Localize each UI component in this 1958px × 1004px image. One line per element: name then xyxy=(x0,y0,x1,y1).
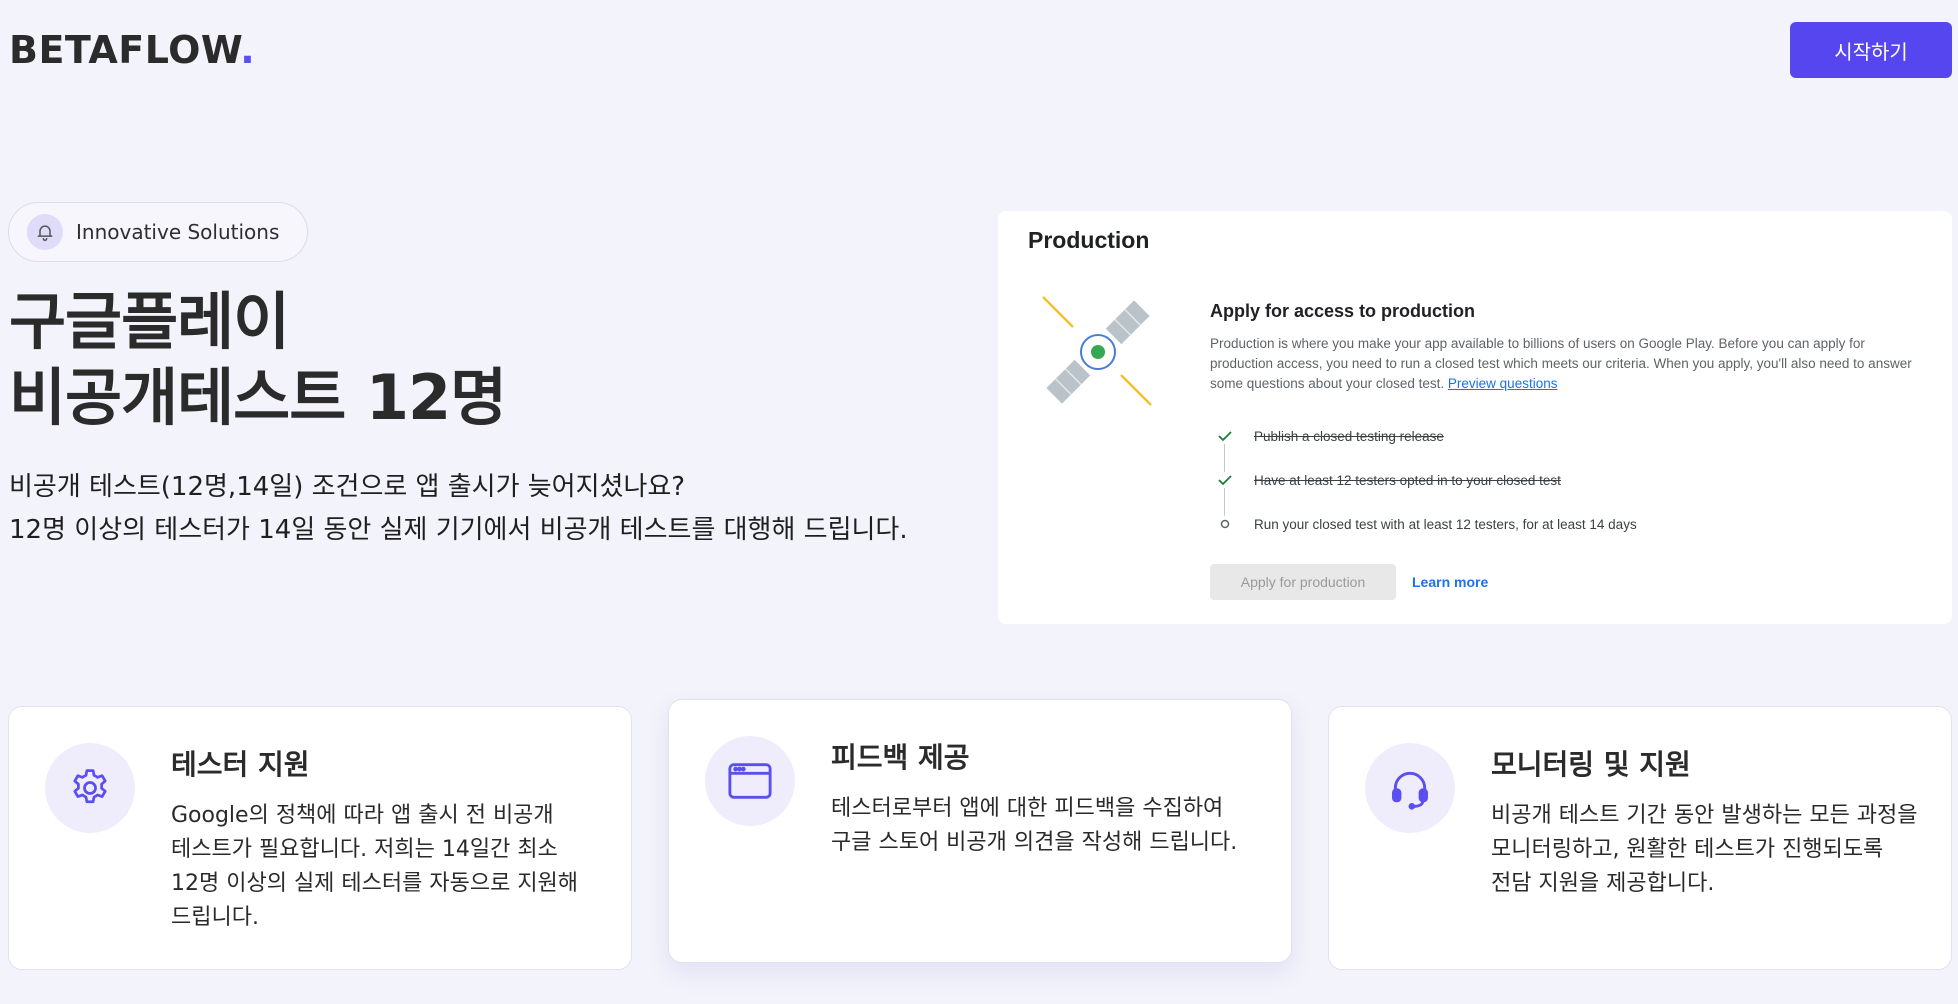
headset-icon xyxy=(1365,743,1455,833)
start-button[interactable]: 시작하기 xyxy=(1790,22,1952,78)
production-checklist: Publish a closed testing release Have at… xyxy=(1210,414,1930,546)
checklist-item-label: Have at least 12 testers opted in to you… xyxy=(1254,472,1561,488)
production-body: Apply for access to production Productio… xyxy=(1210,301,1930,600)
feature-title: 테스터 지원 xyxy=(171,748,310,781)
check-icon xyxy=(1218,430,1232,442)
brand-text: BETAFLOW xyxy=(9,28,241,72)
production-description-text: Production is where you make your app av… xyxy=(1210,336,1912,391)
production-title: Production xyxy=(1028,227,1150,253)
checklist-item-label: Publish a closed testing release xyxy=(1254,428,1444,444)
gear-icon xyxy=(45,743,135,833)
preview-questions-link[interactable]: Preview questions xyxy=(1448,376,1558,391)
hero-subtitle-line2: 12명 이상의 테스터가 14일 동안 실제 기기에서 비공개 테스트를 대행해… xyxy=(9,515,908,545)
production-actions: Apply for production Learn more xyxy=(1210,564,1930,600)
feature-description: 테스터로부터 앱에 대한 피드백을 수집하여 구글 스토어 비공개 의견을 작성… xyxy=(831,796,1238,855)
checklist-item: Run your closed test with at least 12 te… xyxy=(1210,502,1930,546)
learn-more-link[interactable]: Learn more xyxy=(1412,574,1488,590)
hero-title-line2: 비공개테스트 12명 xyxy=(9,361,507,434)
feature-description: 비공개 테스트 기간 동안 발생하는 모든 과정을 모니터링하고, 원활한 테스… xyxy=(1491,803,1918,896)
production-description: Production is where you make your app av… xyxy=(1210,334,1930,394)
satellite-illustration xyxy=(1033,287,1163,421)
brand-logo[interactable]: BETAFLOW. xyxy=(9,28,255,72)
feature-card-feedback: 피드백 제공 테스터로부터 앱에 대한 피드백을 수집하여 구글 스토어 비공개… xyxy=(668,699,1292,963)
feature-title: 피드백 제공 xyxy=(831,741,970,774)
feature-title: 모니터링 및 지원 xyxy=(1491,748,1691,781)
bell-icon xyxy=(27,214,63,250)
production-heading: Apply for access to production xyxy=(1210,301,1476,321)
innovative-solutions-badge: Innovative Solutions xyxy=(8,202,308,262)
feature-card-monitoring: 모니터링 및 지원 비공개 테스트 기간 동안 발생하는 모든 과정을 모니터링… xyxy=(1328,706,1952,970)
badge-label: Innovative Solutions xyxy=(76,220,280,244)
feature-description: Google의 정책에 따라 앱 출시 전 비공개 테스트가 필요합니다. 저희… xyxy=(171,803,579,930)
checklist-item: Publish a closed testing release xyxy=(1210,414,1930,458)
check-icon xyxy=(1218,474,1232,486)
brand-dot: . xyxy=(240,28,256,72)
apply-for-production-button[interactable]: Apply for production xyxy=(1210,564,1396,600)
hero-subtitle-line1: 비공개 테스트(12명,14일) 조건으로 앱 출시가 늦어지셨나요? xyxy=(9,472,686,502)
checklist-item: Have at least 12 testers opted in to you… xyxy=(1210,458,1930,502)
checklist-connector xyxy=(1224,488,1225,516)
browser-window-icon xyxy=(705,736,795,826)
checklist-connector xyxy=(1224,444,1225,472)
empty-circle-icon xyxy=(1218,519,1232,529)
hero-title-line1: 구글플레이 xyxy=(9,285,290,358)
production-screenshot-card: Production Apply for access to productio… xyxy=(998,211,1952,624)
checklist-item-label: Run your closed test with at least 12 te… xyxy=(1254,516,1637,532)
hero-title: 구글플레이 비공개테스트 12명 xyxy=(9,284,507,436)
feature-card-tester-support: 테스터 지원 Google의 정책에 따라 앱 출시 전 비공개 테스트가 필요… xyxy=(8,706,632,970)
hero-subtitle: 비공개 테스트(12명,14일) 조건으로 앱 출시가 늦어지셨나요? 12명 … xyxy=(9,466,959,552)
